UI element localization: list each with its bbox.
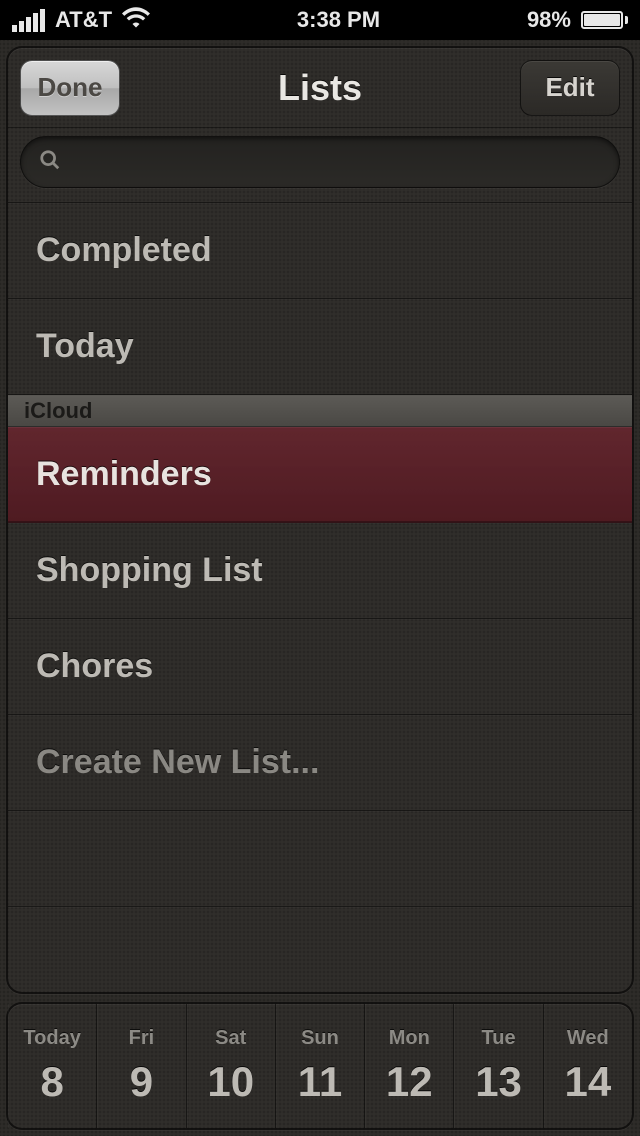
create-new-list-label: Create New List... bbox=[36, 743, 319, 782]
search-field[interactable] bbox=[73, 148, 601, 176]
date-label: Tue bbox=[482, 1027, 516, 1050]
empty-row bbox=[8, 907, 632, 992]
status-bar: AT&T 3:38 PM 98% bbox=[0, 0, 640, 40]
main-panel: Done Lists Edit Completed Today bbox=[6, 46, 634, 994]
list-item-label: Completed bbox=[36, 231, 212, 270]
date-number: 10 bbox=[207, 1058, 254, 1106]
done-button[interactable]: Done bbox=[20, 60, 120, 116]
list-item-label: Today bbox=[36, 327, 134, 366]
date-label: Fri bbox=[129, 1027, 155, 1050]
date-cell[interactable]: Mon 12 bbox=[365, 1004, 454, 1128]
edit-button-label: Edit bbox=[545, 72, 594, 103]
date-cell[interactable]: Sat 10 bbox=[187, 1004, 276, 1128]
section-header-icloud: iCloud bbox=[8, 395, 632, 427]
date-strip[interactable]: Today 8 Fri 9 Sat 10 Sun 11 Mon 12 Tue 1… bbox=[6, 1002, 634, 1130]
date-label: Wed bbox=[567, 1027, 609, 1050]
list-item-reminders[interactable]: Reminders bbox=[8, 427, 632, 523]
list-item-label: Shopping List bbox=[36, 551, 263, 590]
date-cell[interactable]: Fri 9 bbox=[97, 1004, 186, 1128]
date-cell[interactable]: Tue 13 bbox=[454, 1004, 543, 1128]
battery-pct: 98% bbox=[527, 7, 571, 33]
date-label: Sun bbox=[301, 1027, 339, 1050]
signal-icon bbox=[12, 9, 45, 32]
wifi-icon bbox=[122, 6, 150, 34]
search-icon bbox=[39, 149, 61, 176]
section-header-label: iCloud bbox=[24, 398, 92, 424]
list-item-today[interactable]: Today bbox=[8, 299, 632, 395]
date-number: 11 bbox=[298, 1058, 342, 1106]
date-number: 13 bbox=[475, 1058, 522, 1106]
list-item-chores[interactable]: Chores bbox=[8, 619, 632, 715]
list-item-label: Chores bbox=[36, 647, 153, 686]
date-number: 8 bbox=[40, 1058, 63, 1106]
date-number: 12 bbox=[386, 1058, 433, 1106]
date-label: Mon bbox=[389, 1027, 430, 1050]
empty-row bbox=[8, 811, 632, 907]
list-item-completed[interactable]: Completed bbox=[8, 203, 632, 299]
list-item-label: Reminders bbox=[36, 455, 212, 494]
list-item-shopping[interactable]: Shopping List bbox=[8, 523, 632, 619]
date-number: 9 bbox=[130, 1058, 153, 1106]
search-input[interactable] bbox=[20, 136, 620, 188]
battery-icon bbox=[581, 11, 628, 29]
date-cell-today[interactable]: Today 8 bbox=[8, 1004, 97, 1128]
create-new-list[interactable]: Create New List... bbox=[8, 715, 632, 811]
date-cell[interactable]: Wed 14 bbox=[544, 1004, 632, 1128]
lists-container[interactable]: Completed Today iCloud Reminders Shoppin… bbox=[8, 202, 632, 992]
clock: 3:38 PM bbox=[297, 7, 380, 33]
navbar: Done Lists Edit bbox=[8, 48, 632, 128]
carrier-label: AT&T bbox=[55, 7, 112, 33]
date-cell[interactable]: Sun 11 bbox=[276, 1004, 365, 1128]
page-title: Lists bbox=[120, 67, 520, 109]
done-button-label: Done bbox=[38, 72, 103, 103]
date-label: Today bbox=[23, 1027, 80, 1050]
date-number: 14 bbox=[564, 1058, 611, 1106]
edit-button[interactable]: Edit bbox=[520, 60, 620, 116]
date-label: Sat bbox=[215, 1027, 246, 1050]
